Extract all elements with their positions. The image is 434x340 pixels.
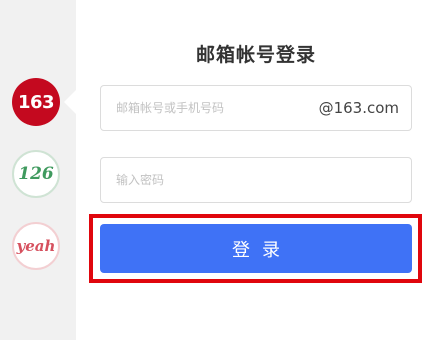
domain-suffix: @163.com: [318, 99, 399, 117]
brand-163-logo: 163: [17, 91, 55, 113]
mail-brand-sidebar: 163 126 yeah: [0, 0, 76, 340]
login-title: 邮箱帐号登录: [195, 44, 316, 66]
brand-yeah-logo: yeah: [16, 237, 56, 255]
brand-126-logo: 126: [18, 164, 54, 184]
password-input[interactable]: [101, 158, 411, 202]
account-field[interactable]: @163.com: [100, 85, 412, 131]
brand-163-tab[interactable]: 163: [12, 78, 60, 126]
brand-126-tab[interactable]: 126: [12, 150, 60, 198]
account-input[interactable]: [101, 86, 319, 130]
login-button[interactable]: 登录: [100, 224, 412, 273]
brand-yeah-tab[interactable]: yeah: [12, 222, 60, 270]
password-field[interactable]: [100, 157, 412, 203]
active-brand-indicator: [64, 90, 76, 114]
